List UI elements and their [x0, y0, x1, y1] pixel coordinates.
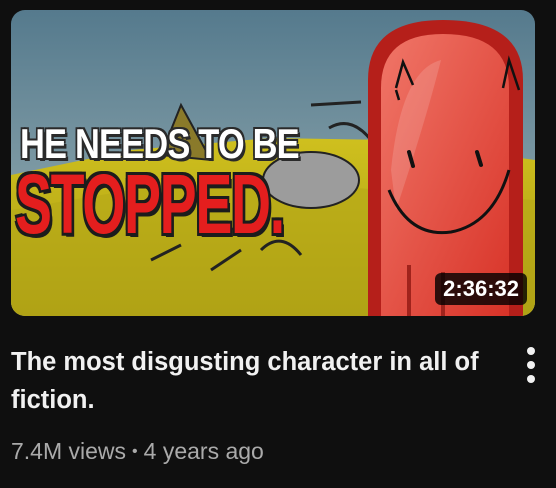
- menu-dot-bottom: [527, 375, 535, 383]
- video-metadata: 7.4M views • 4 years ago: [11, 437, 264, 469]
- duration-badge: 2:36:32: [435, 273, 527, 305]
- video-card: HE NEEDS TO BE STOPPED. 2:36:32 The most…: [0, 0, 556, 488]
- menu-dot-middle: [527, 361, 535, 369]
- video-thumbnail[interactable]: HE NEEDS TO BE STOPPED. 2:36:32: [11, 10, 535, 316]
- upload-age: 4 years ago: [143, 438, 264, 464]
- video-title[interactable]: The most disgusting character in all of …: [11, 343, 501, 419]
- meta-separator: •: [132, 443, 138, 460]
- view-count: 7.4M views: [11, 438, 127, 464]
- more-vert-icon[interactable]: [514, 345, 548, 385]
- menu-dot-top: [527, 347, 535, 355]
- thumbnail-overlay-text-bottom: STOPPED.: [15, 157, 285, 251]
